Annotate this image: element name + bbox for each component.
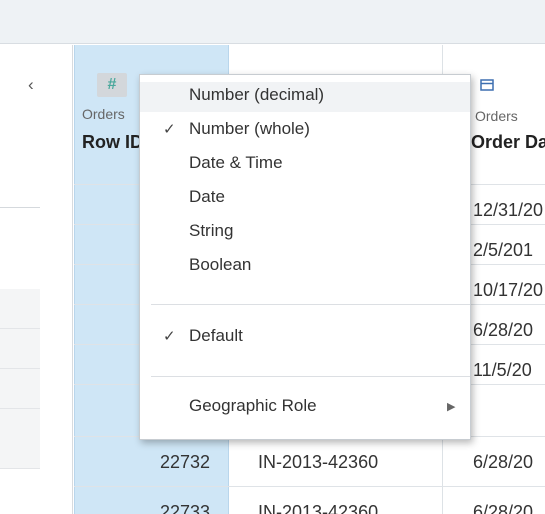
left-panel: ‹ [0,45,73,514]
left-panel-row [0,369,40,409]
triangle-right-icon: ▶ [447,401,456,413]
row-id-cell[interactable]: 22732 [110,452,210,473]
order-date-cell[interactable]: 12/31/20 [473,200,543,221]
top-toolbar [0,0,545,44]
order-date-cell[interactable]: 6/28/20 [473,502,533,514]
menu-separator [151,304,470,305]
row-id-header[interactable]: Row ID [82,132,143,153]
menu-item-label: String [189,221,234,240]
left-panel-row [0,289,40,329]
calendar-icon[interactable] [480,78,494,94]
menu-item-default[interactable]: ✓ Default [140,323,470,353]
order-date-cell[interactable]: 2/5/201 [473,240,533,261]
menu-item-label: Number (decimal) [189,85,325,104]
order-date-cell[interactable]: 10/17/20 [473,280,543,301]
row-id-source-label: Orders [82,106,125,122]
menu-item-label: Date & Time [189,153,283,172]
menu-item-number-decimal[interactable]: Number (decimal) [140,82,470,112]
menu-item-label: Date [189,187,225,206]
menu-item-label: Number (whole) [189,119,310,138]
menu-item-label: Default [189,326,243,345]
order-date-cell[interactable]: 11/5/20 [473,360,532,381]
left-panel-row [0,329,40,369]
order-id-cell[interactable]: IN-2013-42360 [258,452,378,473]
left-panel-divider [0,207,40,208]
menu-item-date-time[interactable]: Date & Time [140,150,470,180]
order-date-header[interactable]: Order Date [471,132,545,153]
checkmark-icon: ✓ [163,328,176,345]
order-date-cell[interactable]: 6/28/20 [473,320,533,341]
order-date-cell[interactable]: 6/28/20 [473,452,533,473]
menu-item-string[interactable]: String [140,218,470,248]
menu-item-label: Boolean [189,255,252,274]
menu-item-geographic-role[interactable]: Geographic Role ▶ [140,393,470,423]
order-date-source-label: Orders [475,108,518,124]
menu-item-date[interactable]: Date [140,184,470,214]
order-id-cell[interactable]: IN-2013-42360 [258,502,378,514]
chevron-left-icon[interactable]: ‹ [28,75,34,95]
row-divider [74,486,545,487]
menu-separator [151,376,470,377]
row-id-cell[interactable]: 22733 [110,502,210,514]
number-type-icon[interactable]: # [97,73,127,97]
checkmark-icon: ✓ [163,121,176,138]
left-panel-row [0,409,40,469]
menu-item-number-whole[interactable]: ✓ Number (whole) [140,116,470,146]
menu-item-boolean[interactable]: Boolean [140,252,470,282]
menu-item-label: Geographic Role [189,396,317,415]
data-type-menu: Number (decimal) ✓ Number (whole) Date &… [139,74,471,440]
